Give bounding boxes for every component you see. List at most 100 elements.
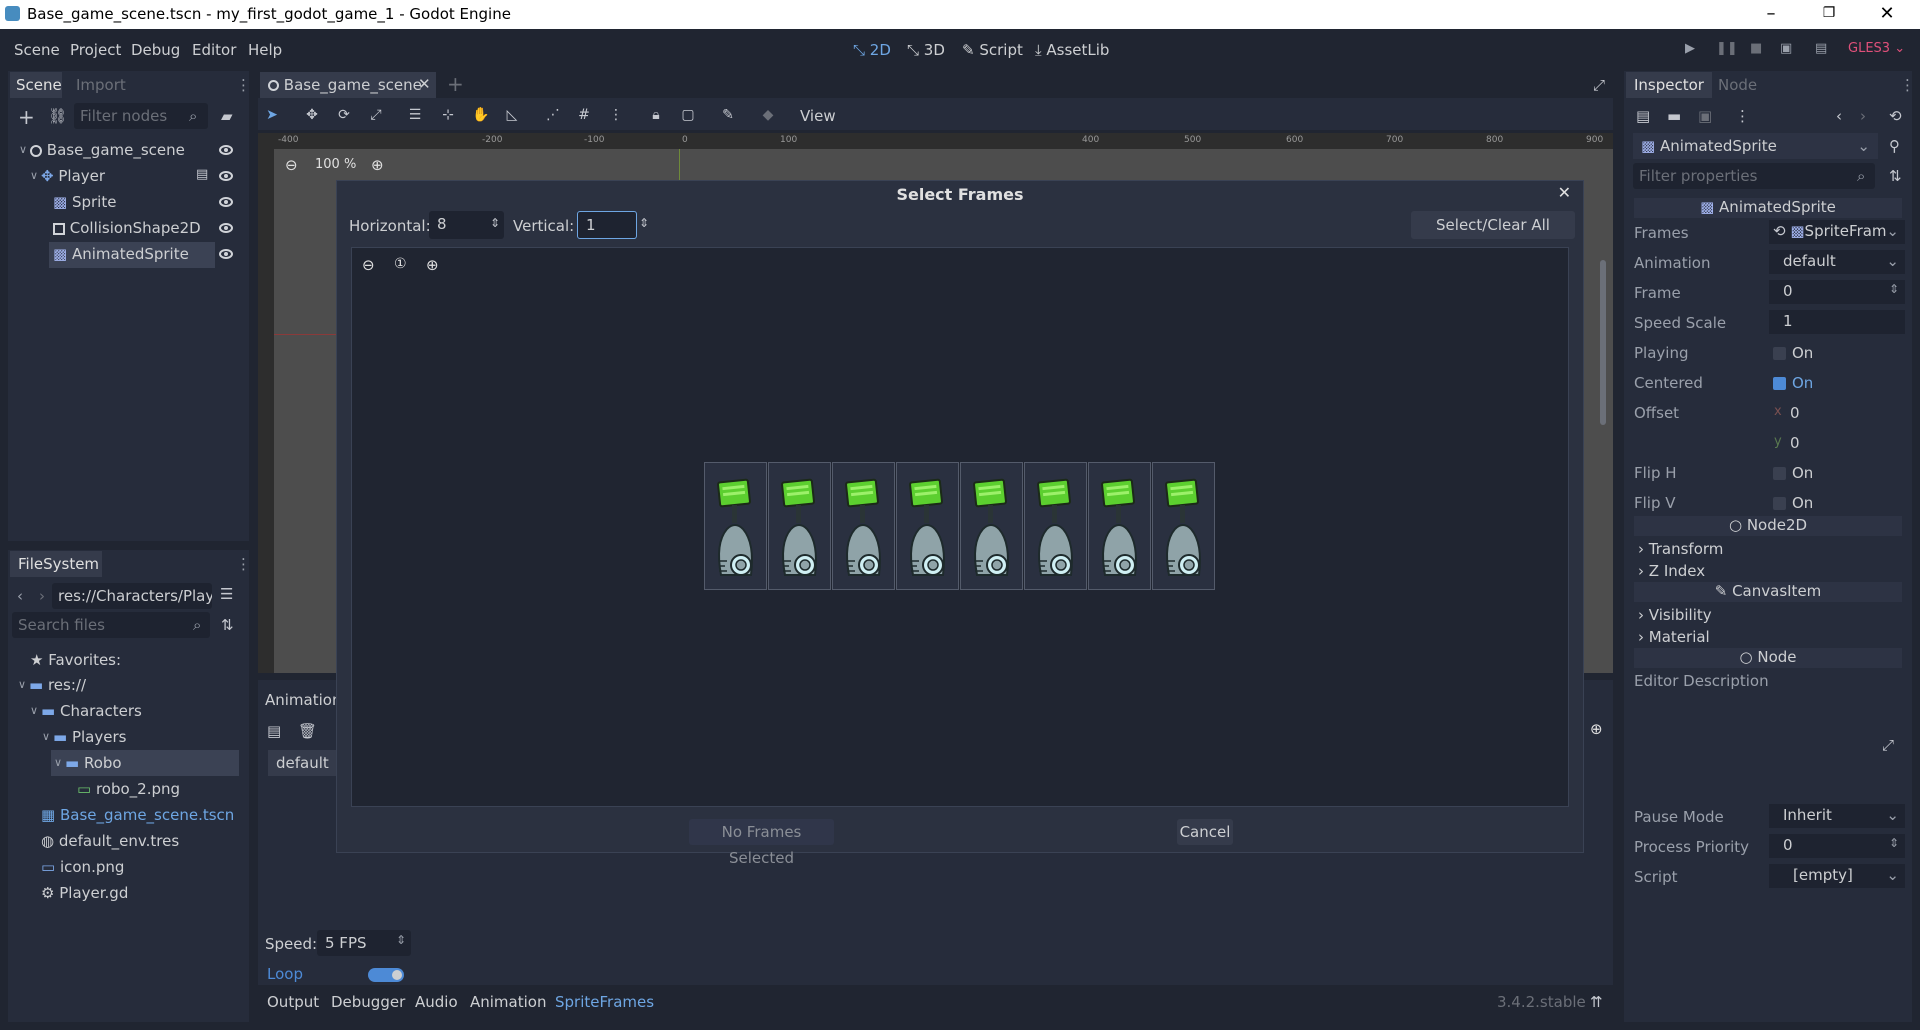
zoom-level[interactable]: 100 %: [315, 157, 356, 172]
dock-menu-icon[interactable]: ⋮: [236, 76, 251, 94]
dialog-close-icon[interactable]: ✕: [1558, 183, 1571, 202]
expand-icon[interactable]: ⤢: [1882, 736, 1894, 754]
sprite-frame-cell[interactable]: [768, 462, 831, 590]
fs-file-env[interactable]: ◍ default_env.tres: [41, 832, 179, 850]
editor-description-field[interactable]: [1634, 694, 1900, 794]
group-material[interactable]: › Material: [1638, 628, 1710, 646]
grid-snap-icon[interactable]: #: [576, 107, 592, 123]
prop-script-value[interactable]: [empty] ⌄: [1769, 864, 1905, 888]
visibility-eye-icon[interactable]: [219, 249, 233, 259]
open-folder-icon[interactable]: ▬: [1667, 107, 1681, 125]
play-icon[interactable]: ▶: [1685, 41, 1695, 56]
menu-project[interactable]: Project: [70, 41, 121, 59]
collapse-chevron-icon[interactable]: ∨: [30, 169, 38, 182]
section-node[interactable]: ○ Node: [1634, 648, 1902, 668]
loop-toggle[interactable]: [368, 968, 404, 982]
tab-animation[interactable]: Animation: [470, 993, 546, 1011]
fs-file-script[interactable]: ⚙ Player.gd: [41, 884, 128, 902]
animation-list-item[interactable]: default: [268, 750, 338, 776]
group-zindex[interactable]: › Z Index: [1638, 562, 1705, 580]
tab-node[interactable]: Node: [1718, 76, 1757, 94]
history-icon[interactable]: ⟲: [1889, 107, 1902, 125]
select-tool-icon[interactable]: ➤: [264, 107, 280, 123]
tab-filesystem[interactable]: FileSystem: [10, 551, 102, 577]
prop-fliph-check[interactable]: On: [1773, 464, 1813, 482]
script-icon[interactable]: ▤: [196, 167, 208, 182]
lock-icon[interactable]: 🔒︎: [648, 107, 664, 123]
maximize-button[interactable]: ❐: [1800, 0, 1858, 29]
sprite-frame-cell[interactable]: [832, 462, 895, 590]
distraction-free-icon[interactable]: ⤢: [1593, 76, 1605, 94]
split-view-icon[interactable]: ☰: [220, 585, 233, 603]
close-window-button[interactable]: ✕: [1858, 0, 1916, 29]
sprite-frame-cell[interactable]: [1152, 462, 1215, 590]
object-selector[interactable]: ▩ AnimatedSprite ⌄: [1633, 133, 1878, 159]
tab-scene[interactable]: Scene: [10, 72, 62, 98]
tab-inspector[interactable]: Inspector: [1626, 72, 1712, 98]
close-tab-icon[interactable]: ✕: [418, 75, 431, 93]
pan-tool-icon[interactable]: ✋: [472, 107, 489, 123]
workspace-2d[interactable]: ⤡ 2D: [853, 41, 891, 59]
bone-icon[interactable]: ✎: [720, 107, 736, 123]
dock-menu-icon[interactable]: ⋮: [236, 555, 251, 573]
tree-node-collision[interactable]: CollisionShape2D: [53, 219, 201, 237]
collapse-chevron-icon[interactable]: ∨: [42, 730, 50, 743]
stop-icon[interactable]: ■: [1750, 41, 1762, 56]
workspace-3d[interactable]: ⤡ 3D: [907, 41, 945, 59]
filter-nodes-input[interactable]: Filter nodes: [74, 103, 208, 129]
tab-import[interactable]: Import: [76, 76, 126, 94]
path-field[interactable]: res://Characters/Playe: [52, 583, 212, 609]
filter-properties-input[interactable]: Filter properties: [1633, 163, 1875, 189]
spinner-arrows-icon[interactable]: ⇕: [639, 216, 649, 230]
collapse-chevron-icon[interactable]: ∨: [54, 756, 62, 769]
pivot-tool-icon[interactable]: ⊹: [440, 107, 456, 123]
zoom-out-icon[interactable]: ⊖: [362, 256, 375, 274]
play-scene-icon[interactable]: ▣: [1780, 41, 1792, 56]
sort-properties-icon[interactable]: ⇅: [1889, 167, 1902, 185]
back-icon[interactable]: ‹: [1836, 107, 1842, 125]
fs-folder-players[interactable]: ▬ Players: [53, 728, 126, 746]
forward-icon[interactable]: ›: [39, 587, 45, 605]
menu-editor[interactable]: Editor: [192, 41, 236, 59]
more-icon[interactable]: ⋮: [1735, 107, 1750, 125]
workspace-script[interactable]: ✎ Script: [962, 41, 1023, 59]
move-tool-icon[interactable]: ✥: [304, 107, 320, 123]
tab-spriteframes[interactable]: SpriteFrames: [555, 993, 654, 1011]
visibility-eye-icon[interactable]: [219, 223, 233, 233]
script-attach-icon[interactable]: ▰: [221, 107, 233, 125]
object-menu-icon[interactable]: ⚲: [1889, 137, 1900, 155]
tab-base-scene[interactable]: Base_game_scene: [260, 72, 436, 98]
smart-snap-icon[interactable]: ⋰: [545, 107, 561, 123]
forward-icon[interactable]: ›: [1860, 107, 1866, 125]
tab-debugger[interactable]: Debugger: [331, 993, 405, 1011]
pause-icon[interactable]: ❚❚: [1716, 41, 1738, 56]
prop-centered-check[interactable]: On: [1773, 374, 1813, 392]
group-transform[interactable]: › Transform: [1638, 540, 1723, 558]
section-canvasitem[interactable]: ✎ CanvasItem: [1634, 582, 1902, 602]
spinner-arrows-icon[interactable]: ⇕: [396, 933, 406, 947]
delete-animation-icon[interactable]: 🗑︎: [298, 722, 317, 740]
tab-output[interactable]: Output: [267, 993, 319, 1011]
vertical-spinbox[interactable]: 1: [577, 211, 637, 239]
minimize-button[interactable]: –: [1742, 0, 1800, 29]
fs-folder-characters[interactable]: ▬ Characters: [41, 702, 142, 720]
sprite-frame-cell[interactable]: [1024, 462, 1087, 590]
prop-flipv-check[interactable]: On: [1773, 494, 1813, 512]
save-icon[interactable]: ▣: [1698, 107, 1712, 125]
list-select-icon[interactable]: ☰: [407, 107, 423, 123]
group-icon[interactable]: ▢: [680, 107, 696, 123]
offset-y-value[interactable]: 0: [1790, 434, 1800, 452]
menu-help[interactable]: Help: [248, 41, 282, 59]
tab-audio[interactable]: Audio: [415, 993, 458, 1011]
renderer-select[interactable]: GLES3 ⌄: [1848, 41, 1905, 56]
expand-panel-icon[interactable]: ⇈: [1590, 993, 1603, 1011]
horizontal-spinbox[interactable]: 8 ⇕: [429, 211, 504, 239]
prop-pause-value[interactable]: Inherit ⌄: [1769, 804, 1905, 828]
menu-scene[interactable]: Scene: [14, 41, 60, 59]
visibility-eye-icon[interactable]: [219, 171, 233, 181]
tree-node-animated-sprite[interactable]: ▩ AnimatedSprite: [53, 245, 189, 263]
add-frame-icon[interactable]: ⊕: [1590, 720, 1603, 738]
viewport-scrollbar[interactable]: [1600, 260, 1606, 425]
sort-icon[interactable]: ⇅: [221, 616, 234, 634]
play-custom-icon[interactable]: ▤: [1815, 41, 1827, 56]
